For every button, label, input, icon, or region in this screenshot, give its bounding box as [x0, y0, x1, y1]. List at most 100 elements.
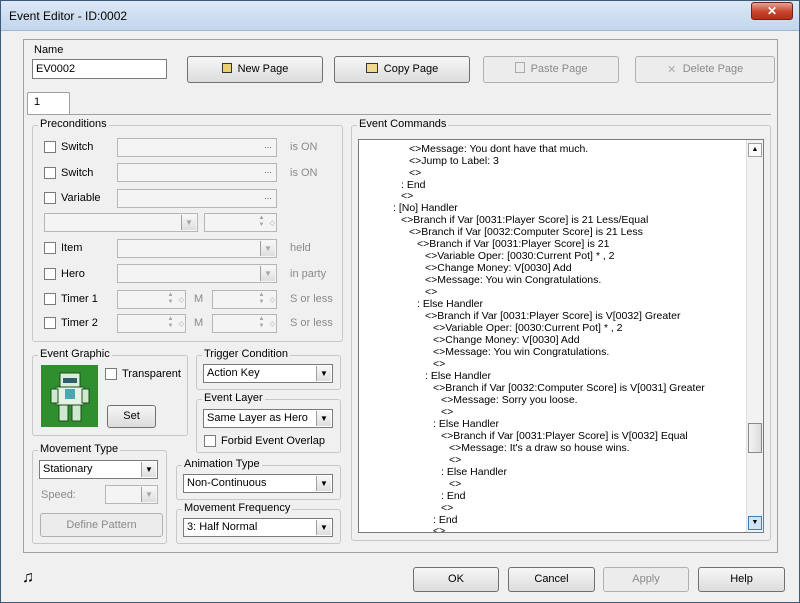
- new-page-button[interactable]: New Page: [187, 56, 323, 83]
- chevron-down-icon[interactable]: ▼: [141, 462, 156, 477]
- switch2-select[interactable]: ...: [117, 163, 277, 182]
- command-line[interactable]: : Else Handler: [425, 370, 491, 382]
- spin-arrows-icon[interactable]: ▲ ▼: [165, 316, 176, 331]
- scroll-thumb[interactable]: [748, 423, 762, 453]
- animation-type-select[interactable]: Non-Continuous ▼: [183, 474, 333, 493]
- command-line[interactable]: <>Message: It's a draw so house wins.: [449, 442, 630, 454]
- chevron-down-icon[interactable]: ▼: [316, 476, 331, 491]
- chevron-down-icon[interactable]: ▼: [316, 520, 331, 535]
- chevron-down-icon[interactable]: ▼: [316, 366, 331, 381]
- timer1-minutes-stepper[interactable]: ▲ ▼ ◇: [117, 290, 186, 309]
- command-line[interactable]: <>Branch if Var [0031:Player Score] is V…: [425, 310, 680, 322]
- chevron-down-icon[interactable]: ▼: [260, 266, 275, 281]
- command-line[interactable]: : Else Handler: [433, 418, 499, 430]
- trigger-condition-select[interactable]: Action Key ▼: [203, 364, 333, 383]
- delete-page-button[interactable]: ✕ Delete Page: [635, 56, 775, 83]
- help-button[interactable]: Help: [698, 567, 785, 592]
- timer2-checkbox[interactable]: [44, 317, 56, 329]
- movement-frequency-select[interactable]: 3: Half Normal ▼: [183, 518, 333, 537]
- command-line[interactable]: <>Branch if Var [0032:Computer Score] is…: [409, 226, 643, 238]
- command-line[interactable]: <>Change Money: V[0030] Add: [433, 334, 580, 346]
- event-commands-list[interactable]: <>Message: You dont have that much. <>Ju…: [358, 139, 764, 533]
- scroll-up-icon[interactable]: ▲: [748, 143, 762, 157]
- command-line[interactable]: <>: [409, 167, 421, 179]
- speed-select[interactable]: ▼: [105, 485, 158, 504]
- timer1-checkbox[interactable]: [44, 293, 56, 305]
- command-line[interactable]: <>Jump to Label: 3: [409, 155, 499, 167]
- paste-page-button[interactable]: Paste Page: [483, 56, 619, 83]
- command-line[interactable]: <>: [441, 502, 453, 514]
- chevron-down-icon[interactable]: ▼: [181, 215, 196, 230]
- variable-checkbox[interactable]: [44, 192, 56, 204]
- set-graphic-button[interactable]: Set: [107, 405, 156, 428]
- event-layer-select[interactable]: Same Layer as Hero ▼: [203, 409, 333, 428]
- item-checkbox[interactable]: [44, 242, 56, 254]
- variable-operator-select[interactable]: ▼: [44, 213, 198, 232]
- spin-arrows-icon[interactable]: ▲ ▼: [165, 292, 176, 307]
- switch1-checkbox[interactable]: [44, 141, 56, 153]
- command-line[interactable]: <>: [433, 358, 445, 370]
- movement-type-value: Stationary: [43, 463, 93, 475]
- timer1-seconds-stepper[interactable]: ▲ ▼ ◇: [212, 290, 277, 309]
- command-line[interactable]: <>Message: Sorry you loose.: [441, 394, 578, 406]
- browse-icon[interactable]: ...: [261, 140, 275, 155]
- tab-page-1[interactable]: 1: [27, 92, 70, 115]
- ok-button[interactable]: OK: [413, 567, 499, 592]
- movement-frequency-value: 3: Half Normal: [187, 521, 258, 533]
- command-line[interactable]: : End: [441, 490, 466, 502]
- command-line[interactable]: <>Change Money: V[0030] Add: [425, 262, 572, 274]
- command-line[interactable]: <>: [449, 454, 461, 466]
- browse-icon[interactable]: ...: [261, 191, 275, 206]
- spin-arrows-icon[interactable]: ▲ ▼: [256, 215, 267, 230]
- apply-button[interactable]: Apply: [603, 567, 689, 592]
- cancel-button[interactable]: Cancel: [508, 567, 595, 592]
- hero-select[interactable]: ▼: [117, 264, 277, 283]
- copy-page-label: Copy Page: [383, 63, 439, 75]
- command-line[interactable]: : Else Handler: [441, 466, 507, 478]
- browse-icon[interactable]: ...: [261, 165, 275, 180]
- copy-page-button[interactable]: Copy Page: [334, 56, 470, 83]
- variable-value-stepper[interactable]: ▲ ▼ ◇: [204, 213, 277, 232]
- define-pattern-button[interactable]: Define Pattern: [40, 513, 163, 537]
- command-line[interactable]: : [No] Handler: [393, 202, 458, 214]
- command-line[interactable]: <>Variable Oper: [0030:Current Pot] * , …: [425, 250, 615, 262]
- spin-arrows-icon[interactable]: ▲ ▼: [256, 292, 267, 307]
- item-select[interactable]: ▼: [117, 239, 277, 258]
- event-sprite-preview[interactable]: [41, 365, 98, 427]
- command-line[interactable]: <>Branch if Var [0032:Computer Score] is…: [433, 382, 705, 394]
- transparent-checkbox[interactable]: [105, 368, 117, 380]
- command-line[interactable]: <>: [433, 525, 445, 532]
- switch1-select[interactable]: ...: [117, 138, 277, 157]
- movement-type-select[interactable]: Stationary ▼: [39, 460, 158, 479]
- timer2-seconds-stepper[interactable]: ▲ ▼ ◇: [212, 314, 277, 333]
- forbid-overlap-checkbox[interactable]: [204, 435, 216, 447]
- variable-select[interactable]: ...: [117, 189, 277, 208]
- command-line[interactable]: <>Message: You dont have that much.: [409, 143, 588, 155]
- music-icon[interactable]: ♫: [22, 569, 34, 587]
- hero-checkbox[interactable]: [44, 268, 56, 280]
- command-line[interactable]: <>: [425, 286, 437, 298]
- command-line[interactable]: <>: [449, 478, 461, 490]
- close-button[interactable]: ✕: [751, 2, 793, 20]
- scroll-down-icon[interactable]: ▼: [748, 516, 762, 530]
- command-line[interactable]: <>: [401, 190, 413, 202]
- chevron-down-icon[interactable]: ▼: [316, 411, 331, 426]
- spin-arrows-icon[interactable]: ▲ ▼: [256, 316, 267, 331]
- command-line[interactable]: <>Branch if Var [0031:Player Score] is V…: [441, 430, 688, 442]
- command-line[interactable]: <>Variable Oper: [0030:Current Pot] * , …: [433, 322, 623, 334]
- spin-dot-icon: ◇: [269, 297, 275, 304]
- title-bar[interactable]: Event Editor - ID:0002 ✕: [1, 1, 799, 31]
- command-line[interactable]: <>Message: You win Congratulations.: [433, 346, 609, 358]
- command-line[interactable]: <>Branch if Var [0031:Player Score] is 2…: [401, 214, 648, 226]
- name-field[interactable]: EV0002: [32, 59, 167, 79]
- switch2-checkbox[interactable]: [44, 167, 56, 179]
- chevron-down-icon[interactable]: ▼: [260, 241, 275, 256]
- command-line[interactable]: <>Branch if Var [0031:Player Score] is 2…: [417, 238, 609, 250]
- command-line[interactable]: <>: [441, 406, 453, 418]
- chevron-down-icon[interactable]: ▼: [141, 487, 156, 502]
- command-line[interactable]: : Else Handler: [417, 298, 483, 310]
- timer2-minutes-stepper[interactable]: ▲ ▼ ◇: [117, 314, 186, 333]
- command-line[interactable]: <>Message: You win Congratulations.: [425, 274, 601, 286]
- switch1-label: Switch: [61, 141, 94, 153]
- commands-scrollbar[interactable]: ▲ ▼: [746, 140, 763, 532]
